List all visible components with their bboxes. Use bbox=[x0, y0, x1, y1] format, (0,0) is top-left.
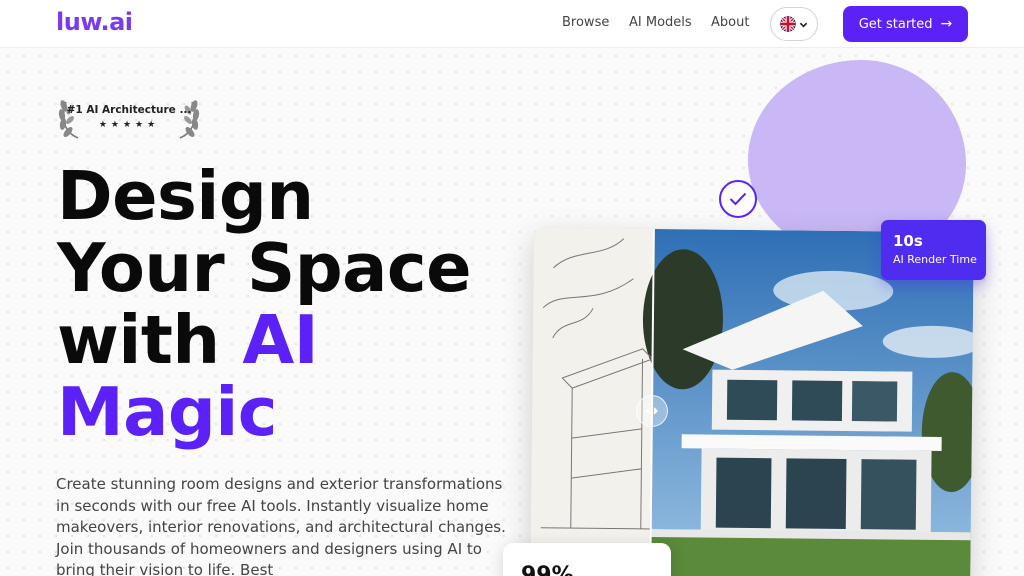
accuracy-card: 99% bbox=[503, 543, 671, 576]
render-time-value: 10s bbox=[893, 232, 923, 250]
headline-ai: AI bbox=[242, 301, 319, 379]
get-started-label: Get started bbox=[858, 16, 933, 32]
logo[interactable]: luw.ai bbox=[56, 8, 133, 36]
badge-title: #1 AI Architecture ... bbox=[66, 104, 192, 116]
top-nav-bar: luw.ai Browse AI Models About Get starte… bbox=[0, 0, 1024, 48]
check-circle-icon bbox=[719, 180, 757, 218]
headline-line-3: with AI bbox=[57, 304, 527, 376]
language-selector[interactable] bbox=[770, 7, 818, 41]
arrows-horizontal-icon bbox=[645, 406, 658, 415]
headline-line-2: Your Space bbox=[57, 229, 472, 307]
render-time-card: 10s AI Render Time bbox=[881, 220, 986, 280]
accuracy-value: 99% bbox=[521, 563, 574, 576]
hero-headline: Design Your Space with AI Magic bbox=[57, 160, 527, 448]
uk-flag-icon bbox=[780, 16, 796, 32]
nav-ai-models[interactable]: AI Models bbox=[629, 15, 692, 30]
comparison-slider-handle[interactable] bbox=[635, 394, 669, 428]
star-rating: ★★★★★ bbox=[98, 120, 160, 130]
headline-line-4: Magic bbox=[57, 373, 278, 451]
get-started-button[interactable]: Get started → bbox=[843, 6, 968, 42]
laurel-left-icon bbox=[58, 100, 79, 139]
award-badge: #1 AI Architecture ... ★★★★★ bbox=[58, 94, 200, 142]
headline-with: with bbox=[57, 301, 243, 379]
nav-about[interactable]: About bbox=[711, 15, 749, 30]
nav-browse[interactable]: Browse bbox=[562, 15, 609, 30]
render-time-label: AI Render Time bbox=[893, 253, 977, 266]
laurel-right-icon bbox=[179, 100, 200, 139]
headline-line-1: Design bbox=[57, 157, 314, 235]
arrow-right-icon: → bbox=[940, 16, 953, 32]
chevron-down-icon bbox=[799, 22, 808, 27]
hero-description: Create stunning room designs and exterio… bbox=[56, 475, 506, 576]
